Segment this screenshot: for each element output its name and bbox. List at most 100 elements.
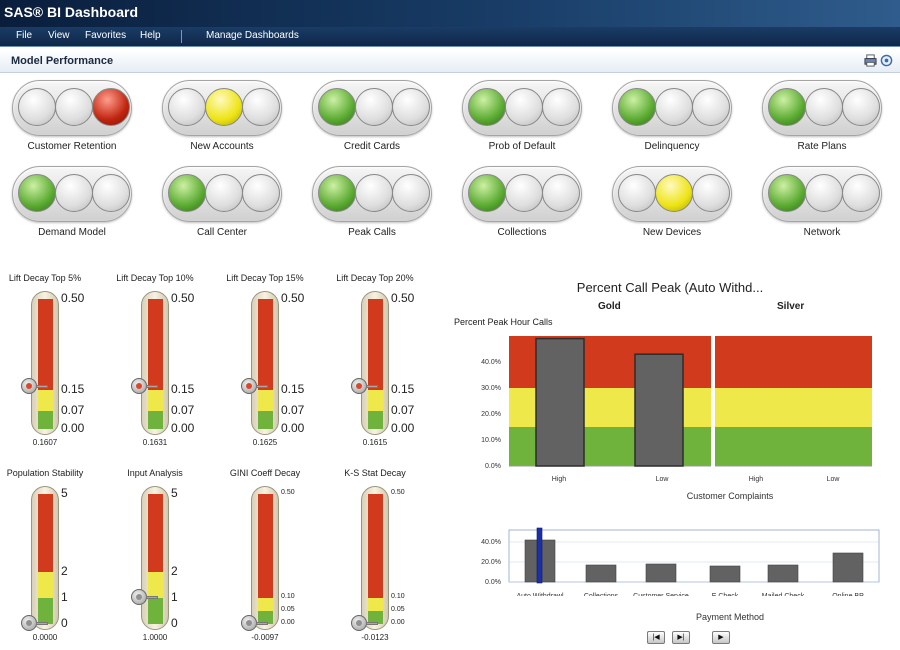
gauge-value: 0.1631 [142, 438, 168, 447]
x-category-label: Low [656, 476, 670, 483]
chart-title: Percent Call Peak (Auto Withd... [576, 280, 764, 295]
gauge-tick-label: 0.05 [281, 606, 295, 613]
app-title: SAS® BI Dashboard [4, 4, 139, 20]
lamp-off [842, 88, 880, 126]
x-category-label: Low [827, 476, 841, 483]
gauge-value: 0.1607 [32, 438, 58, 447]
gauge-tick-label: 0.50 [281, 291, 305, 305]
lamp-green [318, 88, 356, 126]
lamp-off [55, 88, 93, 126]
traffic-light-label: Call Center [196, 227, 248, 238]
time-slider-handle[interactable] [536, 527, 543, 584]
gauge-tick-label: 0.10 [391, 593, 405, 600]
bi-dashboard-window: SAS® BI Dashboard File View Favorites He… [0, 0, 900, 650]
gauge-tick-label: 0 [61, 616, 68, 630]
traffic-light-demand-model[interactable] [12, 166, 132, 222]
menu-separator [181, 30, 182, 43]
chart-band-red [715, 336, 872, 388]
gauge-band-yellow [38, 390, 53, 411]
gauge-indicator-knob [131, 589, 147, 605]
menu-view[interactable]: View [48, 30, 70, 41]
payment-plot-frame [508, 529, 880, 583]
settings-icon[interactable] [880, 54, 893, 67]
gauge-tick-label: 0.07 [391, 402, 415, 417]
payment-category-label: Online BP [832, 593, 864, 596]
gauge-band-green [258, 410, 273, 429]
gauge-tick-label: 5 [171, 486, 178, 500]
traffic-light-label: Customer Retention [27, 141, 117, 152]
gauge-value: -0.0123 [361, 633, 389, 642]
payment-category-label: Collections [584, 593, 619, 596]
traffic-light-rate-plans[interactable] [762, 80, 882, 136]
traffic-light-credit-cards[interactable] [312, 80, 432, 136]
menu-manage-dashboards[interactable]: Manage Dashboards [206, 30, 299, 41]
gauge-tick-label: 0.07 [61, 402, 85, 417]
gauge-band-yellow [368, 598, 383, 611]
traffic-light-call-center[interactable] [162, 166, 282, 222]
gauge-band-green [148, 598, 163, 624]
percent-call-peak-chart-area: Percent Call Peak (Auto Withd... Gold Si… [450, 270, 890, 645]
gauge-value: -0.0097 [251, 633, 279, 642]
gauge-band-green [38, 410, 53, 429]
lamp-off [692, 88, 730, 126]
gauge-indicator-arm [366, 622, 378, 625]
panel-label-gold: Gold [598, 301, 621, 312]
traffic-light-delinquency[interactable] [612, 80, 732, 136]
traffic-light-new-devices[interactable] [612, 166, 732, 222]
gauge-indicator-knob [241, 615, 257, 631]
y-tick-label: 30.0% [481, 385, 501, 392]
lamp-off [355, 174, 393, 212]
previous-button[interactable]: |◀ [647, 631, 665, 644]
gauge-band-red [258, 494, 273, 598]
lamp-off [542, 88, 580, 126]
lamp-green [468, 88, 506, 126]
chart-band-yellow [715, 388, 872, 427]
traffic-light-new-accounts[interactable] [162, 80, 282, 136]
gauge-band-red [38, 299, 53, 390]
gauge-indicator-knob [351, 615, 367, 631]
payment-bar-collections [585, 564, 617, 583]
gauge-title: Lift Decay Top 10% [116, 273, 194, 283]
play-button[interactable]: ▶ [712, 631, 730, 644]
payment-y-tick: 40.0% [481, 539, 501, 546]
gauge-tick-label: 0.15 [391, 382, 415, 396]
payment-y-tick: 20.0% [481, 559, 501, 566]
traffic-light-network[interactable] [762, 166, 882, 222]
x-axis-title: Customer Complaints [686, 491, 774, 501]
chart-band-green [715, 427, 872, 466]
lamp-off [242, 174, 280, 212]
traffic-light-customer-retention[interactable] [12, 80, 132, 136]
lamp-off [505, 88, 543, 126]
gauge-band-red [368, 299, 383, 390]
menu-file[interactable]: File [16, 30, 32, 41]
traffic-light-peak-calls[interactable] [312, 166, 432, 222]
lamp-green [768, 174, 806, 212]
gauge-title: Input Analysis [127, 468, 183, 478]
gauge-band-green [368, 410, 383, 429]
lamp-green [468, 174, 506, 212]
gauge-value: 0.1615 [362, 438, 388, 447]
gauge-indicator-arm [146, 384, 158, 388]
lamp-green [168, 174, 206, 212]
lamp-off [842, 174, 880, 212]
gauge-tube [361, 486, 389, 630]
gauge-tube [251, 486, 279, 630]
lamp-off [355, 88, 393, 126]
x-category-label: High [749, 476, 764, 483]
print-icon[interactable] [864, 54, 877, 67]
traffic-light-collections[interactable] [462, 166, 582, 222]
gauge-indicator-arm [366, 385, 378, 388]
traffic-light-label: Rate Plans [797, 141, 847, 152]
gauge-tick-label: 0.00 [61, 421, 85, 435]
menu-favorites[interactable]: Favorites [85, 30, 126, 41]
payment-category-label: Mailed Check [762, 593, 805, 596]
traffic-light-prob-of-default[interactable] [462, 80, 582, 136]
menu-help[interactable]: Help [140, 30, 161, 41]
gauge-band-red [258, 299, 273, 390]
payment-bar-mailed-check [767, 564, 799, 583]
gauge-tick-label: 0.50 [391, 489, 405, 496]
gauge-tick-label: 0 [171, 616, 178, 630]
y-tick-label: 40.0% [481, 359, 501, 366]
next-button[interactable]: ▶| [672, 631, 690, 644]
payment-chart-svg: 0.0% 20.0% 40.0% Auto Withdrawl Collections C… [481, 527, 880, 596]
